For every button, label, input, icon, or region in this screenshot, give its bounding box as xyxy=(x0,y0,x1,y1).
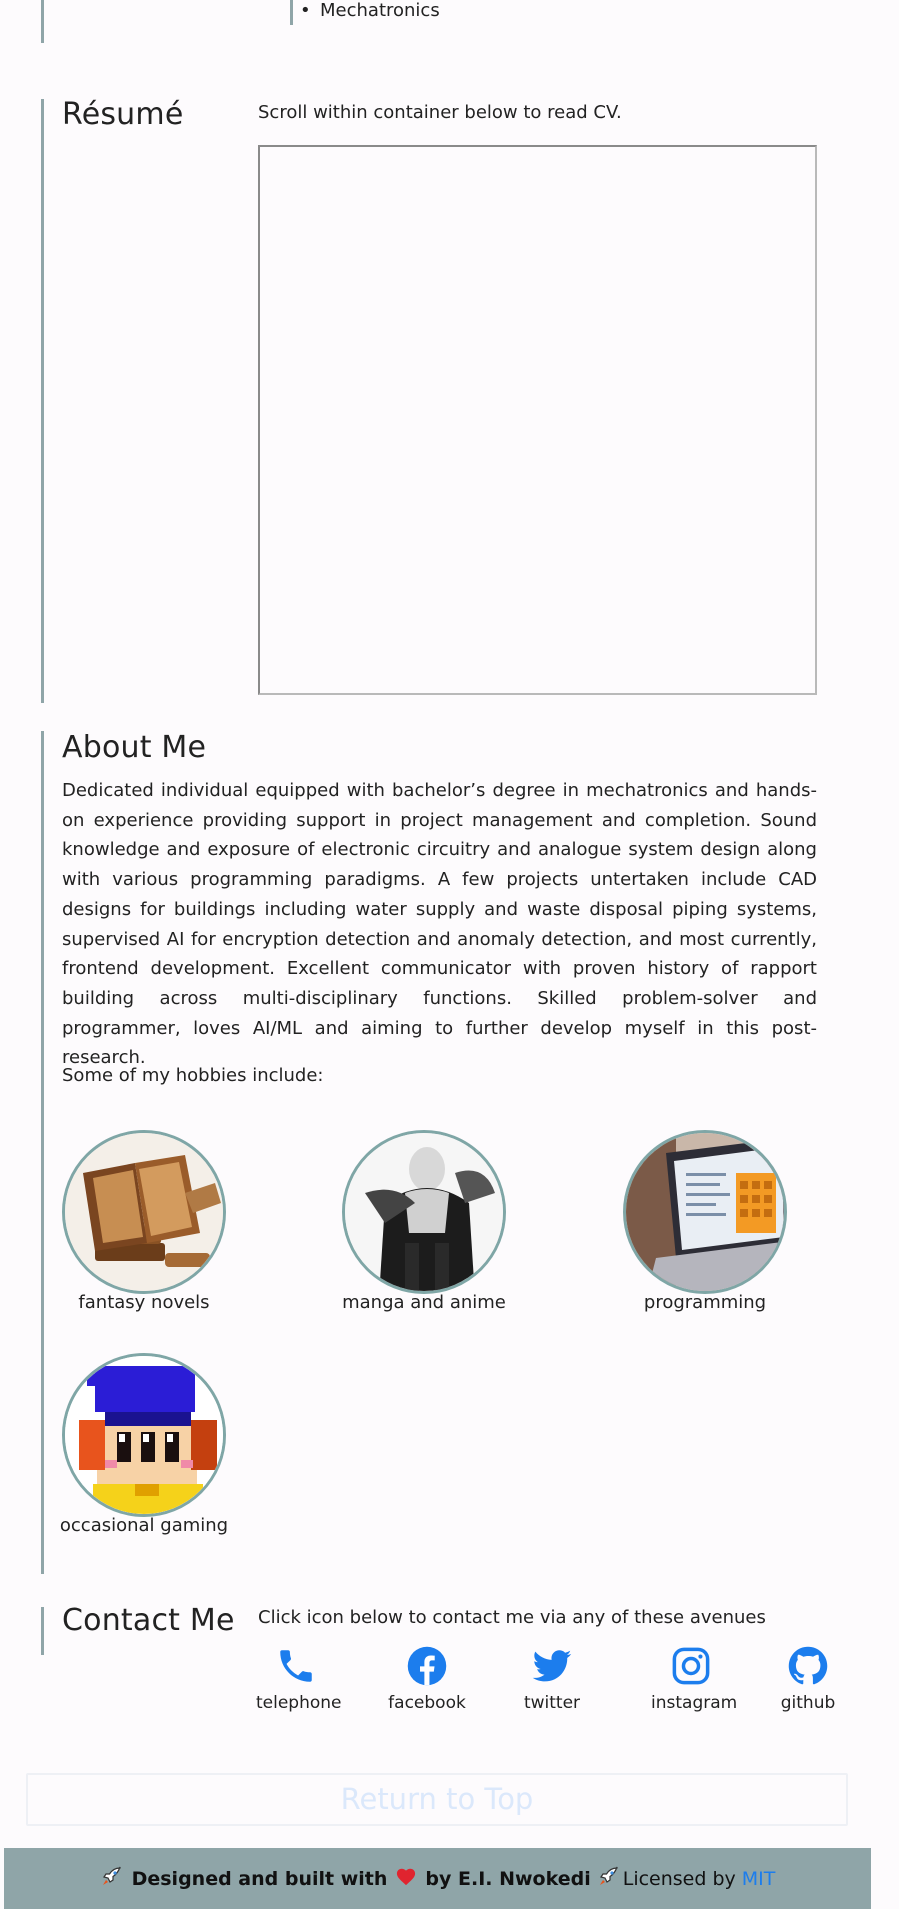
section-border xyxy=(41,0,44,43)
hobby-gaming: occasional gaming xyxy=(59,1353,229,1537)
hobby-label: manga and anime xyxy=(342,1292,506,1313)
about-section-border xyxy=(41,731,44,1574)
contact-facebook[interactable]: facebook xyxy=(387,1645,467,1713)
cv-embed-container[interactable] xyxy=(258,145,817,695)
return-to-top-button[interactable]: Return to Top xyxy=(26,1773,848,1826)
heart-icon xyxy=(395,1866,417,1891)
hobby-label: occasional gaming xyxy=(59,1515,229,1536)
resume-heading: Résumé xyxy=(62,97,184,132)
contact-instruction: Click icon below to contact me via any o… xyxy=(258,1607,766,1628)
contact-label: telephone xyxy=(256,1693,342,1713)
hobby-programming: programming xyxy=(620,1130,790,1314)
contact-instagram[interactable]: instagram xyxy=(651,1645,738,1713)
list-border xyxy=(290,0,293,25)
contact-label: facebook xyxy=(388,1693,466,1713)
contact-heading: Contact Me xyxy=(62,1603,235,1638)
hobby-label: programming xyxy=(643,1292,767,1313)
resume-instruction: Scroll within container below to read CV… xyxy=(258,102,622,123)
contact-label: instagram xyxy=(651,1693,738,1713)
contact-section-border xyxy=(41,1607,44,1655)
hobbies-intro: Some of my hobbies include: xyxy=(62,1065,324,1086)
contact-label: github xyxy=(780,1693,836,1713)
hobby-fantasy-novels: fantasy novels xyxy=(59,1130,229,1314)
hobby-label: fantasy novels xyxy=(78,1292,210,1313)
footer-author-text: by E.I. Nwokedi xyxy=(425,1867,591,1890)
instagram-icon[interactable] xyxy=(670,1645,712,1687)
books-image xyxy=(62,1130,226,1294)
laptop-image xyxy=(623,1130,787,1294)
rocket-icon xyxy=(100,1864,124,1893)
resume-section-border xyxy=(41,99,44,703)
about-paragraph: Dedicated individual equipped with bache… xyxy=(62,780,817,1069)
rocket-icon xyxy=(597,1864,621,1893)
contact-github[interactable]: github xyxy=(778,1645,838,1713)
footer-license-text: Licensed by xyxy=(622,1867,736,1890)
footer: Designed and built with by E.I. Nwokedi … xyxy=(4,1848,871,1909)
twitter-icon[interactable] xyxy=(531,1645,573,1687)
list-item: Mechatronics xyxy=(300,0,440,22)
license-link[interactable]: MIT xyxy=(742,1868,776,1890)
about-heading: About Me xyxy=(62,730,207,765)
anime-character-image xyxy=(342,1130,506,1294)
footer-designed-text: Designed and built with xyxy=(131,1867,388,1890)
pixel-character-image xyxy=(62,1353,226,1517)
hobby-manga-anime: manga and anime xyxy=(339,1130,509,1314)
contact-label: twitter xyxy=(523,1693,581,1713)
facebook-icon[interactable] xyxy=(406,1645,448,1687)
github-icon[interactable] xyxy=(787,1645,829,1687)
phone-icon[interactable] xyxy=(275,1645,317,1687)
contact-telephone[interactable]: telephone xyxy=(256,1645,342,1713)
contact-twitter[interactable]: twitter xyxy=(512,1645,592,1713)
